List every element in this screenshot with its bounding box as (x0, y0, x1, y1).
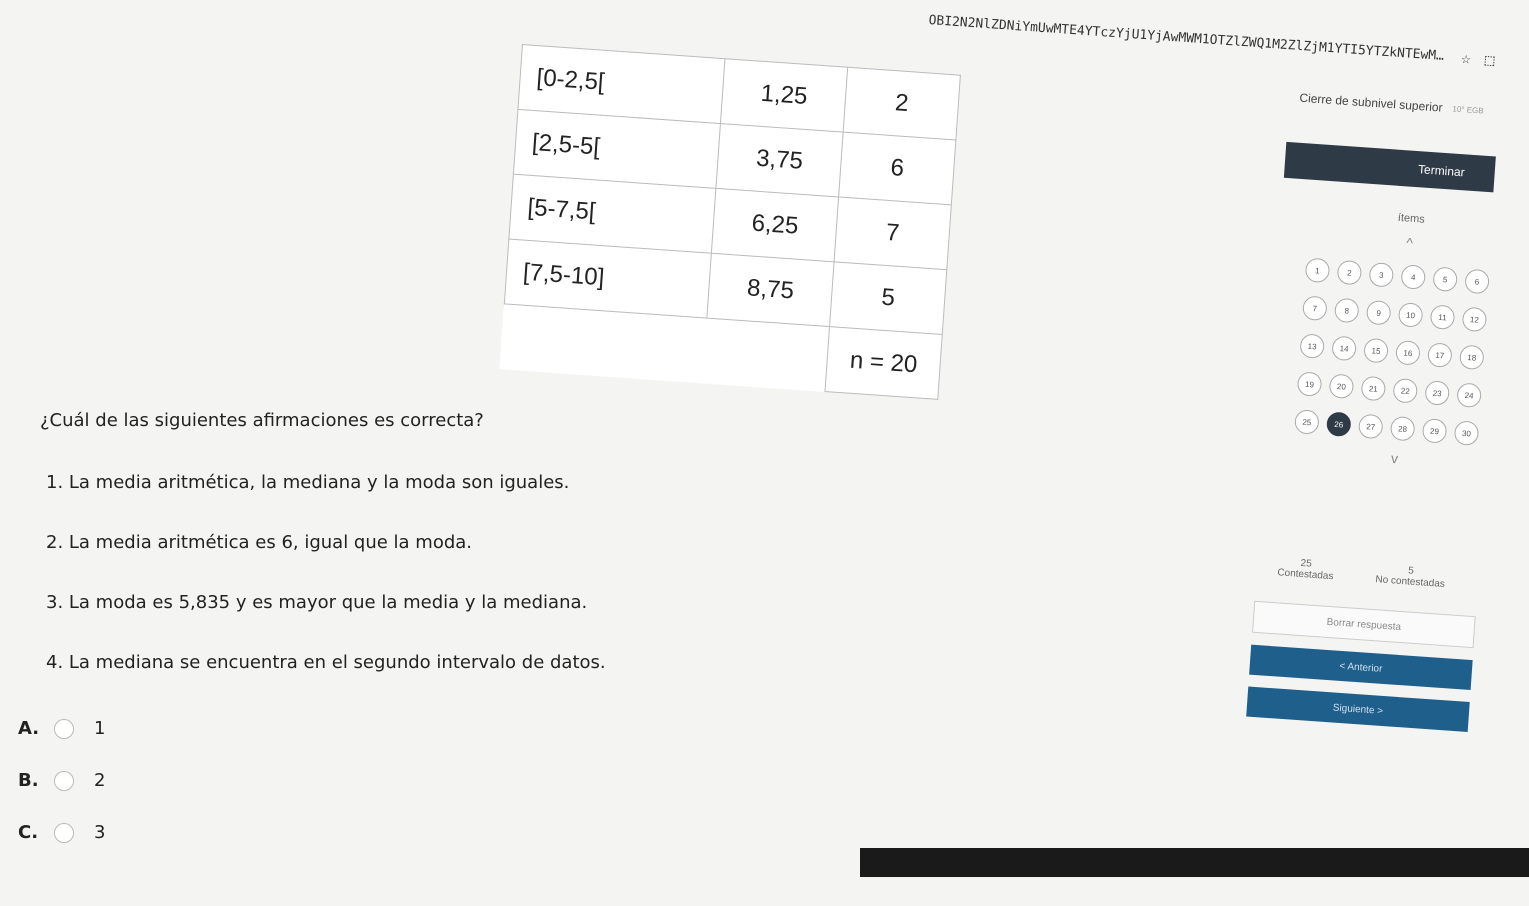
question-number-button[interactable]: 30 (1453, 420, 1480, 446)
option-a[interactable]: A. 1 (18, 718, 105, 739)
option-c[interactable]: C. 3 (18, 822, 105, 843)
option-b[interactable]: B. 2 (18, 770, 105, 791)
question-number-grid: 1 2 3 4 5 6 7 8 9 10 11 12 13 14 15 16 17 18 19 20 21 22 23 24 2… (1294, 257, 1529, 450)
radio-button[interactable] (54, 822, 74, 843)
browser-address-bar[interactable]: OBI2N2NlZDNiYmUwMTE4YTczYjU1YjAwMWM1OTZl… (927, 0, 1527, 82)
navigation-panel: Cierre de subnivel superior 10° EGB Term… (1234, 90, 1529, 906)
finish-button[interactable]: Terminar (1283, 141, 1496, 193)
url-text: OBI2N2NlZDNiYmUwMTE4YTczYjU1YjAwMWM1OTZl… (928, 12, 1448, 64)
class-mark-cell: 6,25 (711, 188, 839, 262)
question-number-button[interactable]: 21 (1360, 375, 1387, 402)
question-number-button[interactable]: 8 (1333, 297, 1360, 324)
answered-stat: 25 Contestadas (1277, 556, 1335, 582)
statement-4: 4. La mediana se encuentra en el segundo… (46, 652, 606, 673)
star-icon[interactable]: ☆ (1461, 48, 1472, 68)
class-mark-cell: 3,75 (715, 123, 844, 197)
question-number-button[interactable]: 22 (1392, 377, 1419, 404)
question-number-button[interactable]: 28 (1389, 415, 1416, 442)
question-number-button[interactable]: 1 (1304, 257, 1331, 284)
class-mark-cell: 1,25 (720, 58, 848, 133)
option-value: 2 (94, 770, 106, 791)
question-number-button[interactable]: 11 (1429, 304, 1456, 331)
previous-button[interactable]: < Anterior (1249, 644, 1473, 691)
subnivel-title: Cierre de subnivel superior (1298, 90, 1444, 115)
frequency-cell: 7 (834, 196, 952, 270)
frequency-cell: 6 (838, 132, 956, 205)
question-number-button[interactable]: 23 (1424, 380, 1451, 406)
question-number-button[interactable]: 12 (1461, 306, 1488, 333)
statement-2: 2. La media aritmética es 6, igual que l… (46, 532, 473, 553)
statement-1: 1. La media aritmética, la mediana y la … (46, 472, 570, 493)
answer-stats: 25 Contestadas 5 No contestadas (1256, 555, 1467, 592)
chevron-up-icon[interactable]: ^ (1279, 226, 1529, 260)
empty-cell (702, 318, 829, 391)
option-value: 3 (94, 822, 106, 843)
option-letter: B. (18, 770, 39, 791)
next-button[interactable]: Siguiente > (1246, 686, 1470, 732)
total-cell: n = 20 (824, 326, 943, 400)
frequency-table: [0-2,5[ 1,25 2 [2,5-5[ 3,75 6 [5-7,5[ 6,… (499, 44, 961, 400)
question-number-button[interactable]: 29 (1421, 418, 1448, 444)
unanswered-stat: 5 No contestadas (1375, 563, 1446, 590)
question-number-button[interactable]: 15 (1363, 337, 1389, 364)
question-number-button[interactable]: 10 (1397, 302, 1424, 328)
question-number-button[interactable]: 18 (1458, 344, 1485, 371)
extension-icon[interactable]: ⬚ (1484, 49, 1495, 69)
frequency-cell: 2 (843, 67, 961, 140)
class-mark-cell: 8,75 (706, 253, 835, 327)
subnivel-header: Cierre de subnivel superior 10° EGB (1299, 91, 1529, 122)
question-number-button[interactable]: 25 (1294, 409, 1320, 435)
question-number-button[interactable]: 16 (1395, 340, 1421, 366)
question-number-button[interactable]: 5 (1432, 266, 1458, 293)
question-number-button[interactable]: 3 (1368, 262, 1395, 288)
radio-button[interactable] (54, 770, 74, 791)
empty-cell (500, 304, 707, 383)
frequency-cell: 5 (829, 261, 947, 335)
statement-3: 3. La moda es 5,835 y es mayor que la me… (46, 592, 588, 613)
grade-badge: 10° EGB (1452, 103, 1484, 116)
question-number-button[interactable]: 17 (1427, 342, 1453, 368)
question-number-button[interactable]: 19 (1296, 371, 1323, 397)
option-value: 1 (94, 718, 106, 739)
question-number-button[interactable]: 14 (1331, 335, 1357, 362)
question-number-button[interactable]: 2 (1336, 259, 1363, 286)
os-taskbar (860, 848, 1529, 877)
radio-button[interactable] (54, 718, 74, 739)
question-number-button[interactable]: 13 (1299, 333, 1325, 359)
question-prompt: ¿Cuál de las siguientes afirmaciones es … (40, 410, 484, 431)
option-letter: C. (18, 822, 39, 843)
clear-answer-button[interactable]: Borrar respuesta (1252, 600, 1476, 649)
question-number-button[interactable]: 26 (1325, 411, 1352, 438)
question-number-button[interactable]: 9 (1365, 299, 1392, 326)
question-number-button[interactable]: 7 (1302, 295, 1328, 322)
option-letter: A. (18, 718, 40, 739)
question-number-button[interactable]: 27 (1357, 413, 1384, 440)
question-number-button[interactable]: 4 (1400, 264, 1427, 290)
question-number-button[interactable]: 24 (1456, 382, 1482, 409)
question-number-button[interactable]: 20 (1328, 373, 1355, 400)
question-number-button[interactable]: 6 (1464, 268, 1490, 295)
